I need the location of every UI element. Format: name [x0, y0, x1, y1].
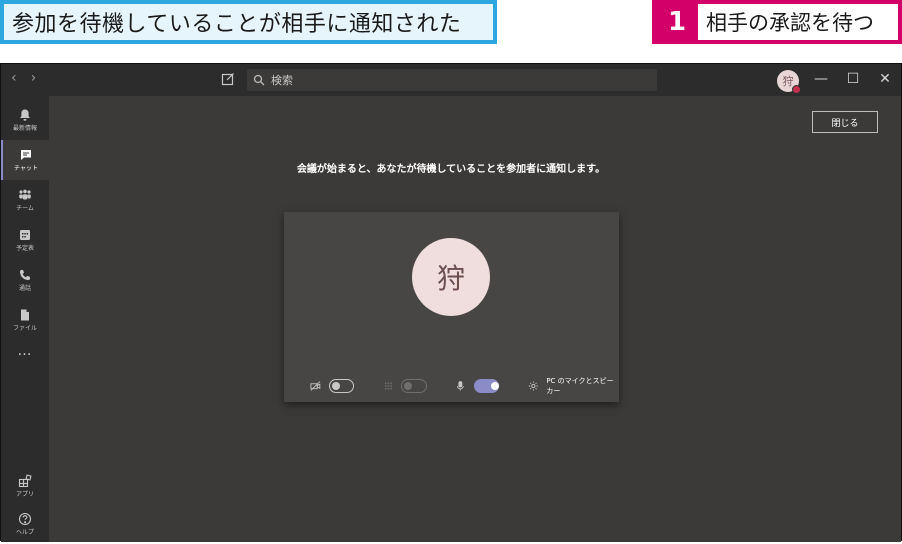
sidebar-item-calendar[interactable]: 予定表 — [1, 220, 49, 260]
preview-avatar: 狩 — [412, 238, 490, 316]
sidebar-item-label: チャット — [14, 165, 38, 172]
compose-icon[interactable] — [221, 72, 235, 86]
chat-icon — [21, 150, 31, 160]
bell-icon — [20, 109, 30, 121]
phone-icon — [19, 269, 31, 281]
window-controls: — ☐ ✕ — [813, 68, 893, 90]
search-box[interactable] — [247, 69, 657, 91]
step-banner: 1 相手の承認を待つ — [652, 0, 902, 44]
gear-icon[interactable] — [528, 380, 539, 392]
back-button[interactable]: ‹ — [11, 70, 17, 86]
sidebar-item-files[interactable]: ファイル — [1, 300, 49, 340]
teams-icon — [19, 189, 31, 200]
camera-off-icon — [310, 381, 321, 391]
close-button[interactable]: 閉じる — [812, 111, 878, 133]
camera-toggle[interactable] — [328, 379, 354, 393]
sidebar-item-chat[interactable]: チャット — [1, 140, 49, 180]
blur-icon — [384, 382, 392, 390]
sidebar-item-label: チーム — [16, 205, 34, 212]
toggle-knob — [404, 382, 413, 390]
sidebar-item-label: 最新情報 — [12, 125, 37, 132]
apps-icon — [18, 474, 32, 488]
minimize-button[interactable]: — — [813, 68, 829, 90]
step-text: 相手の承認を待つ — [698, 4, 898, 40]
toggle-knob — [331, 382, 340, 390]
blur-toggle[interactable] — [401, 379, 427, 393]
search-icon — [253, 74, 265, 86]
teams-window: ‹ › 狩 — ☐ ✕ 最新情報 チャット — [0, 63, 902, 542]
file-icon — [21, 309, 29, 321]
microphone-icon — [457, 381, 464, 391]
sidebar-item-label: 予定表 — [15, 245, 34, 252]
forward-button[interactable]: › — [31, 70, 37, 86]
sidebar-item-activity[interactable]: 最新情報 — [1, 100, 49, 140]
caption-text: 参加を待機していることが相手に通知された — [4, 4, 493, 40]
sidebar-item-help[interactable]: ヘルプ — [1, 504, 49, 544]
maximize-button[interactable]: ☐ — [845, 68, 861, 90]
caption-banner: 参加を待機していることが相手に通知された — [0, 0, 497, 44]
sidebar-item-label: ヘルプ — [15, 529, 34, 536]
sidebar-item-calls[interactable]: 通話 — [1, 260, 49, 300]
video-preview: 狩 PC のマイクとスピーカー — [284, 212, 619, 402]
toggle-knob — [490, 382, 499, 390]
device-settings-label[interactable]: PC のマイクとスピーカー — [546, 376, 619, 396]
sidebar-item-apps[interactable]: アプリ — [1, 466, 49, 506]
device-controls: PC のマイクとスピーカー — [310, 376, 619, 396]
search-input[interactable] — [271, 73, 651, 87]
user-avatar[interactable]: 狩 — [777, 70, 801, 94]
close-window-button[interactable]: ✕ — [877, 68, 893, 90]
sidebar-item-label: 通話 — [18, 285, 31, 292]
help-icon — [18, 512, 32, 526]
microphone-toggle[interactable] — [473, 379, 500, 393]
more-apps-button[interactable]: … — [1, 343, 49, 359]
lobby-area: 閉じる 会議が始まると、あなたが待機していることを参加者に通知します。 狩 PC… — [49, 96, 901, 542]
app-sidebar: 最新情報 チャット チーム 予定表 通話 ファイル … アプリ ヘルプ — [1, 96, 49, 542]
step-number: 1 — [667, 7, 687, 37]
sidebar-item-label: アプリ — [15, 491, 34, 498]
title-bar: ‹ › 狩 — ☐ ✕ — [1, 64, 901, 96]
sidebar-item-teams[interactable]: チーム — [1, 180, 49, 220]
status-dot — [792, 85, 801, 94]
nav-arrows: ‹ › — [11, 70, 36, 86]
lobby-notice: 会議が始まると、あなたが待機していることを参加者に通知します。 — [296, 164, 606, 175]
calendar-icon — [20, 230, 30, 240]
sidebar-item-label: ファイル — [12, 325, 37, 332]
